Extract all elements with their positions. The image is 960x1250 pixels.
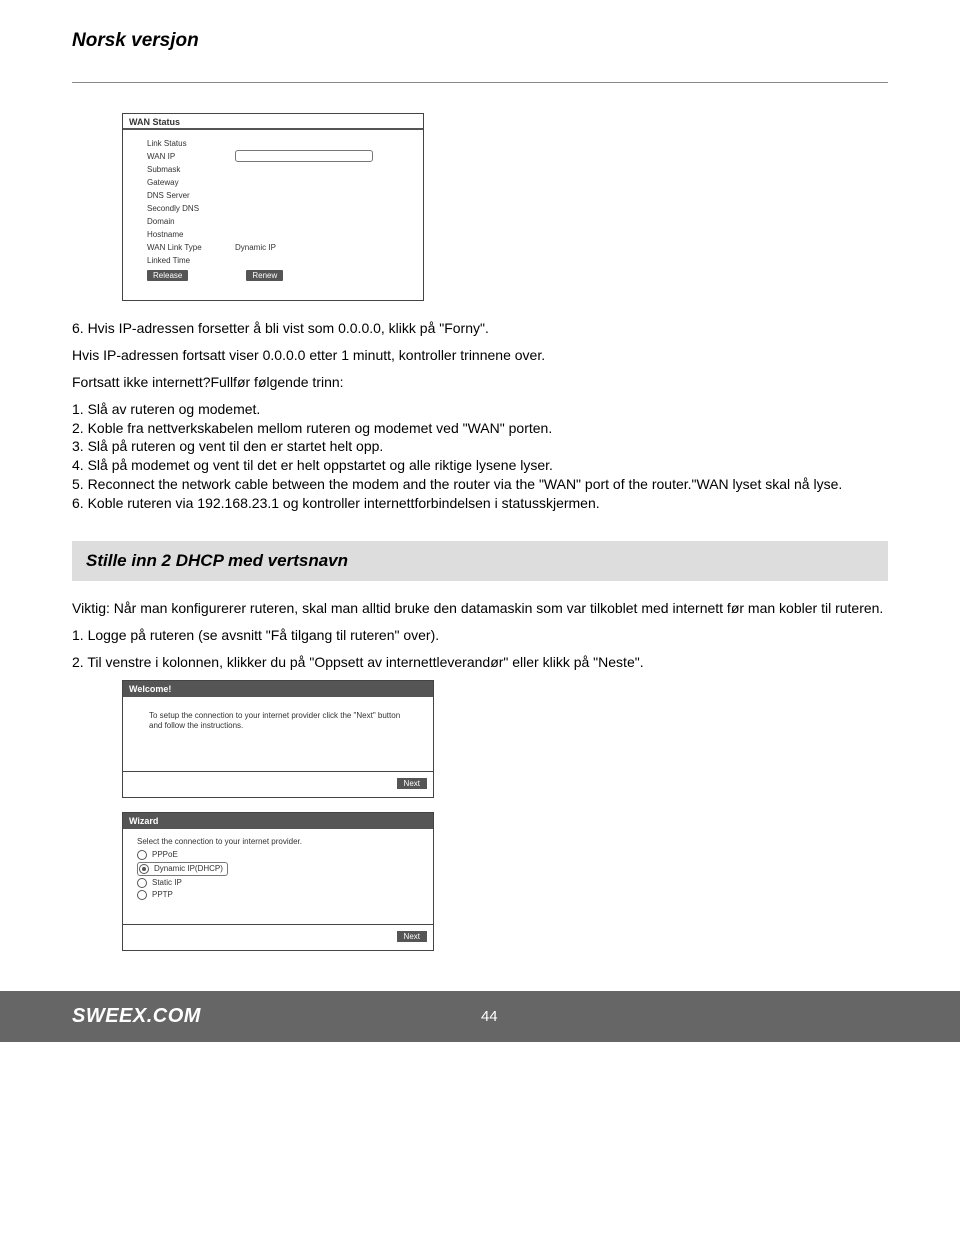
- wan-gateway-label: Gateway: [147, 178, 235, 187]
- welcome-text: To setup the connection to your internet…: [123, 697, 433, 772]
- wan-link-type-value: Dynamic IP: [235, 243, 355, 252]
- paragraph: Viktig: Når man konfigurerer ruteren, sk…: [72, 599, 888, 618]
- radio-option-pppoe[interactable]: PPPoE: [137, 850, 427, 860]
- welcome-next-button[interactable]: Next: [397, 778, 427, 789]
- section-heading-dhcp: Stille inn 2 DHCP med vertsnavn: [72, 541, 888, 581]
- step-3: 3. Slå på ruteren og vent til den er sta…: [72, 437, 888, 456]
- divider: [72, 82, 888, 83]
- welcome-title: Welcome!: [123, 681, 433, 697]
- radio-label: Dynamic IP(DHCP): [154, 864, 223, 873]
- wan-dns2-label: Secondly DNS: [147, 204, 235, 213]
- radio-label: PPPoE: [152, 850, 178, 859]
- wan-submask-label: Submask: [147, 165, 235, 174]
- radio-icon: [139, 864, 149, 874]
- wizard-panel: Wizard Select the connection to your int…: [122, 812, 434, 951]
- wan-ip-field: [235, 150, 373, 162]
- paragraph: Fortsatt ikke internett?Fullfør følgende…: [72, 373, 888, 392]
- page-footer: SWEEX.COM 44: [0, 991, 960, 1042]
- instructions-block-1: 6. Hvis IP-adressen forsetter å bli vist…: [72, 319, 888, 513]
- wan-dns-label: DNS Server: [147, 191, 235, 200]
- step-6b: 6. Koble ruteren via 192.168.23.1 og kon…: [72, 494, 888, 513]
- wan-link-type-label: WAN Link Type: [147, 243, 235, 252]
- footer-page-number: 44: [481, 1008, 498, 1025]
- renew-button[interactable]: Renew: [246, 270, 283, 281]
- wan-ip-label: WAN IP: [147, 152, 235, 161]
- radio-icon: [137, 878, 147, 888]
- step-2: 2. Koble fra nettverkskabelen mellom rut…: [72, 419, 888, 438]
- step-1-login: 1. Logge på ruteren (se avsnitt "Få tilg…: [72, 626, 888, 645]
- step-1: 1. Slå av ruteren og modemet.: [72, 400, 888, 419]
- wizard-next-button[interactable]: Next: [397, 931, 427, 942]
- radio-option-pptp[interactable]: PPTP: [137, 890, 427, 900]
- release-button[interactable]: Release: [147, 270, 188, 281]
- welcome-panel: Welcome! To setup the connection to your…: [122, 680, 434, 798]
- wan-status-title: WAN Status: [123, 114, 423, 130]
- paragraph: Hvis IP-adressen fortsatt viser 0.0.0.0 …: [72, 346, 888, 365]
- radio-icon: [137, 890, 147, 900]
- radio-option-static[interactable]: Static IP: [137, 878, 427, 888]
- radio-option-dhcp[interactable]: Dynamic IP(DHCP): [137, 862, 228, 876]
- wan-domain-label: Domain: [147, 217, 235, 226]
- wan-linked-time-label: Linked Time: [147, 256, 235, 265]
- step-6: 6. Hvis IP-adressen forsetter å bli vist…: [72, 319, 888, 338]
- wizard-title: Wizard: [123, 813, 433, 829]
- radio-label: PPTP: [152, 890, 173, 899]
- wizard-instruction: Select the connection to your internet p…: [137, 837, 427, 846]
- radio-label: Static IP: [152, 878, 182, 887]
- wan-status-panel: WAN Status Link Status WAN IP Submask Ga…: [122, 113, 424, 301]
- step-2-column: 2. Til venstre i kolonnen, klikker du på…: [72, 653, 888, 672]
- instructions-block-2: Viktig: Når man konfigurerer ruteren, sk…: [72, 599, 888, 672]
- wan-link-status-label: Link Status: [147, 139, 235, 148]
- radio-icon: [137, 850, 147, 860]
- footer-brand: SWEEX.COM: [72, 1005, 201, 1028]
- step-5: 5. Reconnect the network cable between t…: [72, 475, 888, 494]
- step-4: 4. Slå på modemet og vent til det er hel…: [72, 456, 888, 475]
- version-title: Norsk versjon: [72, 30, 888, 52]
- wan-hostname-label: Hostname: [147, 230, 235, 239]
